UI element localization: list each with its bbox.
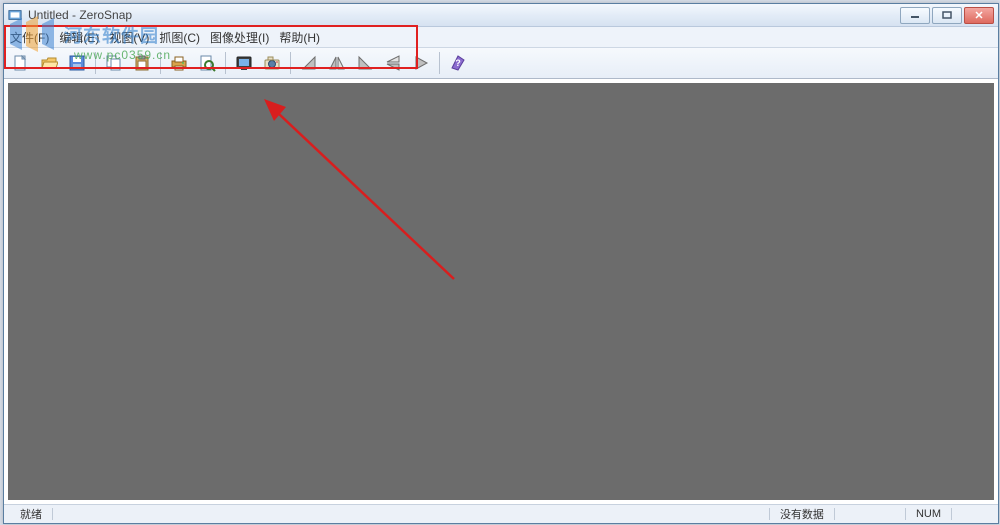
open-icon[interactable] — [36, 50, 62, 76]
menu-help[interactable]: 帮助(H) — [279, 29, 320, 46]
status-ready: 就绪 — [10, 506, 52, 522]
save-icon[interactable] — [64, 50, 90, 76]
app-icon — [8, 8, 22, 22]
menu-bar: 文件(F) 编辑(E) 视图(V) 抓图(C) 图像处理(I) 帮助(H) — [4, 27, 998, 48]
toolbar-separator — [160, 52, 161, 74]
status-num: NUM — [906, 508, 951, 520]
title-bar: Untitled - ZeroSnap — [4, 4, 998, 27]
minimize-button[interactable] — [900, 7, 930, 24]
status-bar: 就绪 没有数据 NUM — [4, 504, 998, 523]
flip-h-icon[interactable] — [324, 50, 350, 76]
window-controls — [900, 7, 994, 24]
canvas-area[interactable] — [4, 79, 998, 504]
copy-icon[interactable] — [101, 50, 127, 76]
rotate-left-icon[interactable] — [296, 50, 322, 76]
menu-file[interactable]: 文件(F) — [10, 29, 49, 46]
app-window: Untitled - ZeroSnap 文件(F) 编辑(E) 视图(V) 抓图… — [3, 3, 999, 524]
maximize-button[interactable] — [932, 7, 962, 24]
paste-icon[interactable] — [129, 50, 155, 76]
play-icon[interactable] — [408, 50, 434, 76]
print-icon[interactable] — [166, 50, 192, 76]
preview-icon[interactable] — [194, 50, 220, 76]
toolbar: ? — [4, 48, 998, 79]
toolbar-separator — [439, 52, 440, 74]
rotate-right-icon[interactable] — [352, 50, 378, 76]
svg-text:?: ? — [455, 58, 461, 68]
capture-icon[interactable] — [231, 50, 257, 76]
status-nodata: 没有数据 — [770, 506, 834, 522]
menu-capture[interactable]: 抓图(C) — [159, 29, 200, 46]
toolbar-separator — [290, 52, 291, 74]
new-doc-icon[interactable] — [8, 50, 34, 76]
menu-view[interactable]: 视图(V) — [109, 29, 149, 46]
toolbar-separator — [225, 52, 226, 74]
close-button[interactable] — [964, 7, 994, 24]
toolbar-separator — [95, 52, 96, 74]
help-icon[interactable]: ? — [445, 50, 471, 76]
menu-image[interactable]: 图像处理(I) — [210, 29, 269, 46]
menu-edit[interactable]: 编辑(E) — [59, 29, 99, 46]
camera-icon[interactable] — [259, 50, 285, 76]
window-title: Untitled - ZeroSnap — [28, 8, 900, 22]
flip-v-icon[interactable] — [380, 50, 406, 76]
